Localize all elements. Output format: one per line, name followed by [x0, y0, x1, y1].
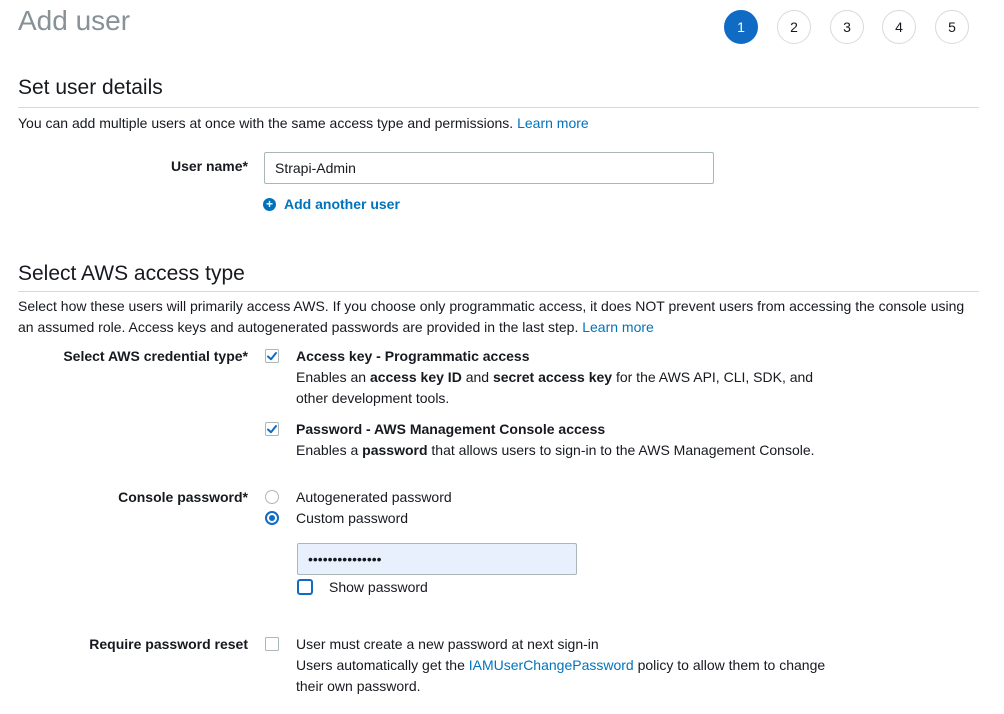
select-access-type-title: Select AWS access type	[18, 262, 245, 285]
step-5[interactable]: 5	[935, 10, 969, 44]
access-type-description-text: Select how these users will primarily ac…	[18, 298, 965, 335]
step-3[interactable]: 3	[830, 10, 864, 44]
console-access-description: Enables a password that allows users to …	[296, 440, 896, 461]
autogenerated-password-label[interactable]: Autogenerated password	[296, 489, 452, 505]
plus-circle-icon: +	[263, 197, 276, 211]
show-password-label[interactable]: Show password	[329, 579, 428, 595]
console-access-checkbox[interactable]	[265, 422, 279, 436]
programmatic-desc-bold: secret access key	[492, 369, 613, 385]
step-1[interactable]: 1	[724, 10, 758, 44]
console-desc-part: that allows users to sign-in to the AWS …	[427, 442, 815, 458]
programmatic-access-description: Enables an access key ID and secret acce…	[296, 367, 836, 409]
programmatic-access-title: Access key - Programmatic access	[296, 348, 530, 364]
learn-more-link[interactable]: Learn more	[517, 115, 589, 131]
set-user-details-title: Set user details	[18, 76, 163, 99]
reset-info-part: Users automatically get the	[296, 657, 469, 673]
add-another-user-button[interactable]: + Add another user	[263, 196, 400, 212]
programmatic-desc-part: and	[461, 369, 493, 385]
add-another-user-label: Add another user	[284, 196, 400, 212]
require-password-reset-checkbox[interactable]	[265, 637, 279, 651]
learn-more-link[interactable]: Learn more	[582, 319, 654, 335]
custom-password-radio[interactable]	[265, 511, 279, 525]
programmatic-access-checkbox[interactable]	[265, 349, 279, 363]
show-password-checkbox[interactable]	[297, 579, 313, 595]
require-password-reset-text[interactable]: User must create a new password at next …	[296, 636, 599, 652]
console-access-title: Password - AWS Management Console access	[296, 421, 606, 437]
custom-password-label[interactable]: Custom password	[296, 510, 408, 526]
iam-user-change-password-link[interactable]: IAMUserChangePassword	[469, 657, 634, 673]
console-desc-bold: password	[362, 442, 428, 458]
step-2[interactable]: 2	[777, 10, 811, 44]
divider	[18, 107, 979, 108]
programmatic-desc-part: Enables an	[296, 369, 370, 385]
console-desc-part: Enables a	[296, 442, 363, 458]
user-details-description: You can add multiple users at once with …	[18, 113, 980, 134]
page-title: Add user	[18, 5, 131, 36]
user-name-label: User name*	[170, 158, 248, 174]
user-name-input[interactable]	[264, 152, 714, 184]
custom-password-input[interactable]	[297, 543, 577, 575]
step-4[interactable]: 4	[882, 10, 916, 44]
divider	[18, 291, 979, 292]
console-password-label: Console password*	[118, 489, 248, 505]
programmatic-desc-bold: access key ID	[369, 369, 462, 385]
require-password-reset-label: Require password reset	[89, 636, 248, 652]
checkmark-icon	[267, 352, 277, 361]
autogenerated-password-radio[interactable]	[265, 490, 279, 504]
user-details-description-text: You can add multiple users at once with …	[18, 115, 514, 131]
checkmark-icon	[267, 425, 277, 434]
credential-type-label: Select AWS credential type*	[63, 348, 248, 364]
access-type-description: Select how these users will primarily ac…	[18, 296, 980, 338]
password-reset-info: Users automatically get the IAMUserChang…	[296, 655, 836, 697]
